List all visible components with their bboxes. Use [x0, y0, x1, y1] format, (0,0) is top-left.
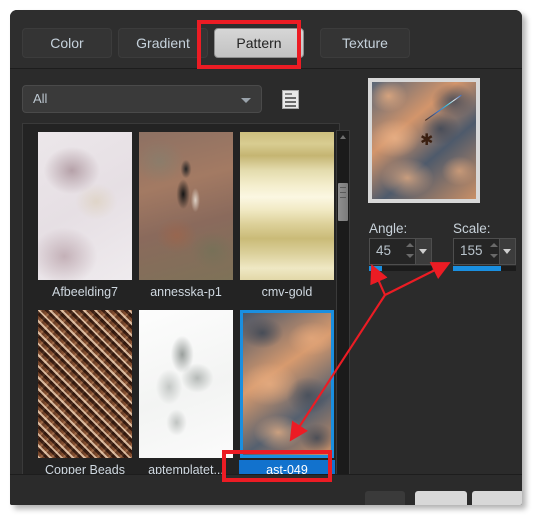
tab-bar: Color Gradient Pattern Texture — [10, 10, 522, 69]
pattern-swatch-selected[interactable]: ast-049 — [239, 310, 335, 480]
footer-button[interactable] — [365, 491, 405, 505]
pattern-preview: ✱ — [368, 78, 480, 203]
angle-slider-fill — [369, 266, 382, 271]
spinner-arrows-icon[interactable] — [404, 241, 415, 262]
pattern-picker-window: Color Gradient Pattern Texture All Afbee… — [10, 10, 522, 505]
chevron-up-icon[interactable] — [337, 131, 349, 143]
scale-value: 155 — [460, 243, 483, 258]
tab-gradient[interactable]: Gradient — [118, 28, 208, 58]
list-icon-line — [285, 93, 292, 95]
pattern-thumbnail[interactable] — [240, 132, 334, 280]
pattern-grid: Afbeelding7 annesska-p1 cmv-gold Copper … — [22, 123, 340, 493]
scale-input[interactable]: 155 — [453, 238, 516, 265]
tab-texture-label: Texture — [342, 35, 388, 51]
scale-dropdown-button[interactable] — [499, 239, 515, 264]
asterisk-marker-icon: ✱ — [420, 130, 434, 149]
tab-pattern-label: Pattern — [236, 35, 282, 51]
pattern-swatch[interactable]: annesska-p1 — [139, 132, 233, 299]
angle-label: Angle: — [369, 221, 408, 236]
angle-slider[interactable] — [369, 266, 432, 271]
tab-color[interactable]: Color — [22, 28, 112, 58]
pattern-swatch[interactable]: cmv-gold — [240, 132, 334, 299]
footer-button[interactable] — [472, 491, 522, 505]
list-icon-line — [285, 101, 296, 103]
tab-texture[interactable]: Texture — [320, 28, 410, 58]
footer-button[interactable] — [415, 491, 467, 505]
scale-label: Scale: — [453, 221, 491, 236]
scale-slider[interactable] — [453, 266, 516, 271]
pattern-swatch[interactable]: Copper Beads — [38, 310, 132, 477]
dialog-footer — [10, 474, 522, 505]
pattern-label[interactable]: cmv-gold — [239, 282, 335, 302]
list-view-icon[interactable] — [282, 90, 299, 109]
list-icon-line — [285, 105, 296, 107]
pattern-swatch[interactable]: Afbeelding7 — [38, 132, 132, 299]
scale-slider-fill — [453, 266, 501, 271]
category-dropdown-value: All — [33, 91, 48, 106]
list-icon-line — [285, 97, 296, 99]
pattern-preview-image: ✱ — [372, 82, 476, 199]
pattern-thumbnail[interactable] — [38, 132, 132, 280]
chevron-down-icon — [241, 98, 251, 103]
tab-gradient-label: Gradient — [136, 35, 190, 51]
preview-guide-line — [425, 94, 462, 121]
pattern-thumbnail[interactable] — [240, 310, 334, 458]
pattern-swatch[interactable]: aptemplatet... — [139, 310, 233, 477]
pattern-grid-scrollbar[interactable] — [336, 130, 350, 487]
pattern-label[interactable]: Afbeelding7 — [37, 282, 133, 302]
angle-input[interactable]: 45 — [369, 238, 432, 265]
tab-color-label: Color — [50, 35, 84, 51]
tab-pattern[interactable]: Pattern — [214, 28, 304, 58]
angle-dropdown-button[interactable] — [415, 239, 431, 264]
angle-value: 45 — [376, 243, 392, 258]
pattern-thumbnail[interactable] — [139, 310, 233, 458]
pattern-thumbnail[interactable] — [139, 132, 233, 280]
spinner-arrows-icon[interactable] — [488, 241, 499, 262]
screenshot-root: Color Gradient Pattern Texture All Afbee… — [0, 0, 538, 515]
pattern-thumbnail[interactable] — [38, 310, 132, 458]
category-dropdown[interactable]: All — [22, 85, 262, 113]
pattern-label[interactable]: annesska-p1 — [138, 282, 234, 302]
scrollbar-thumb[interactable] — [338, 183, 348, 221]
